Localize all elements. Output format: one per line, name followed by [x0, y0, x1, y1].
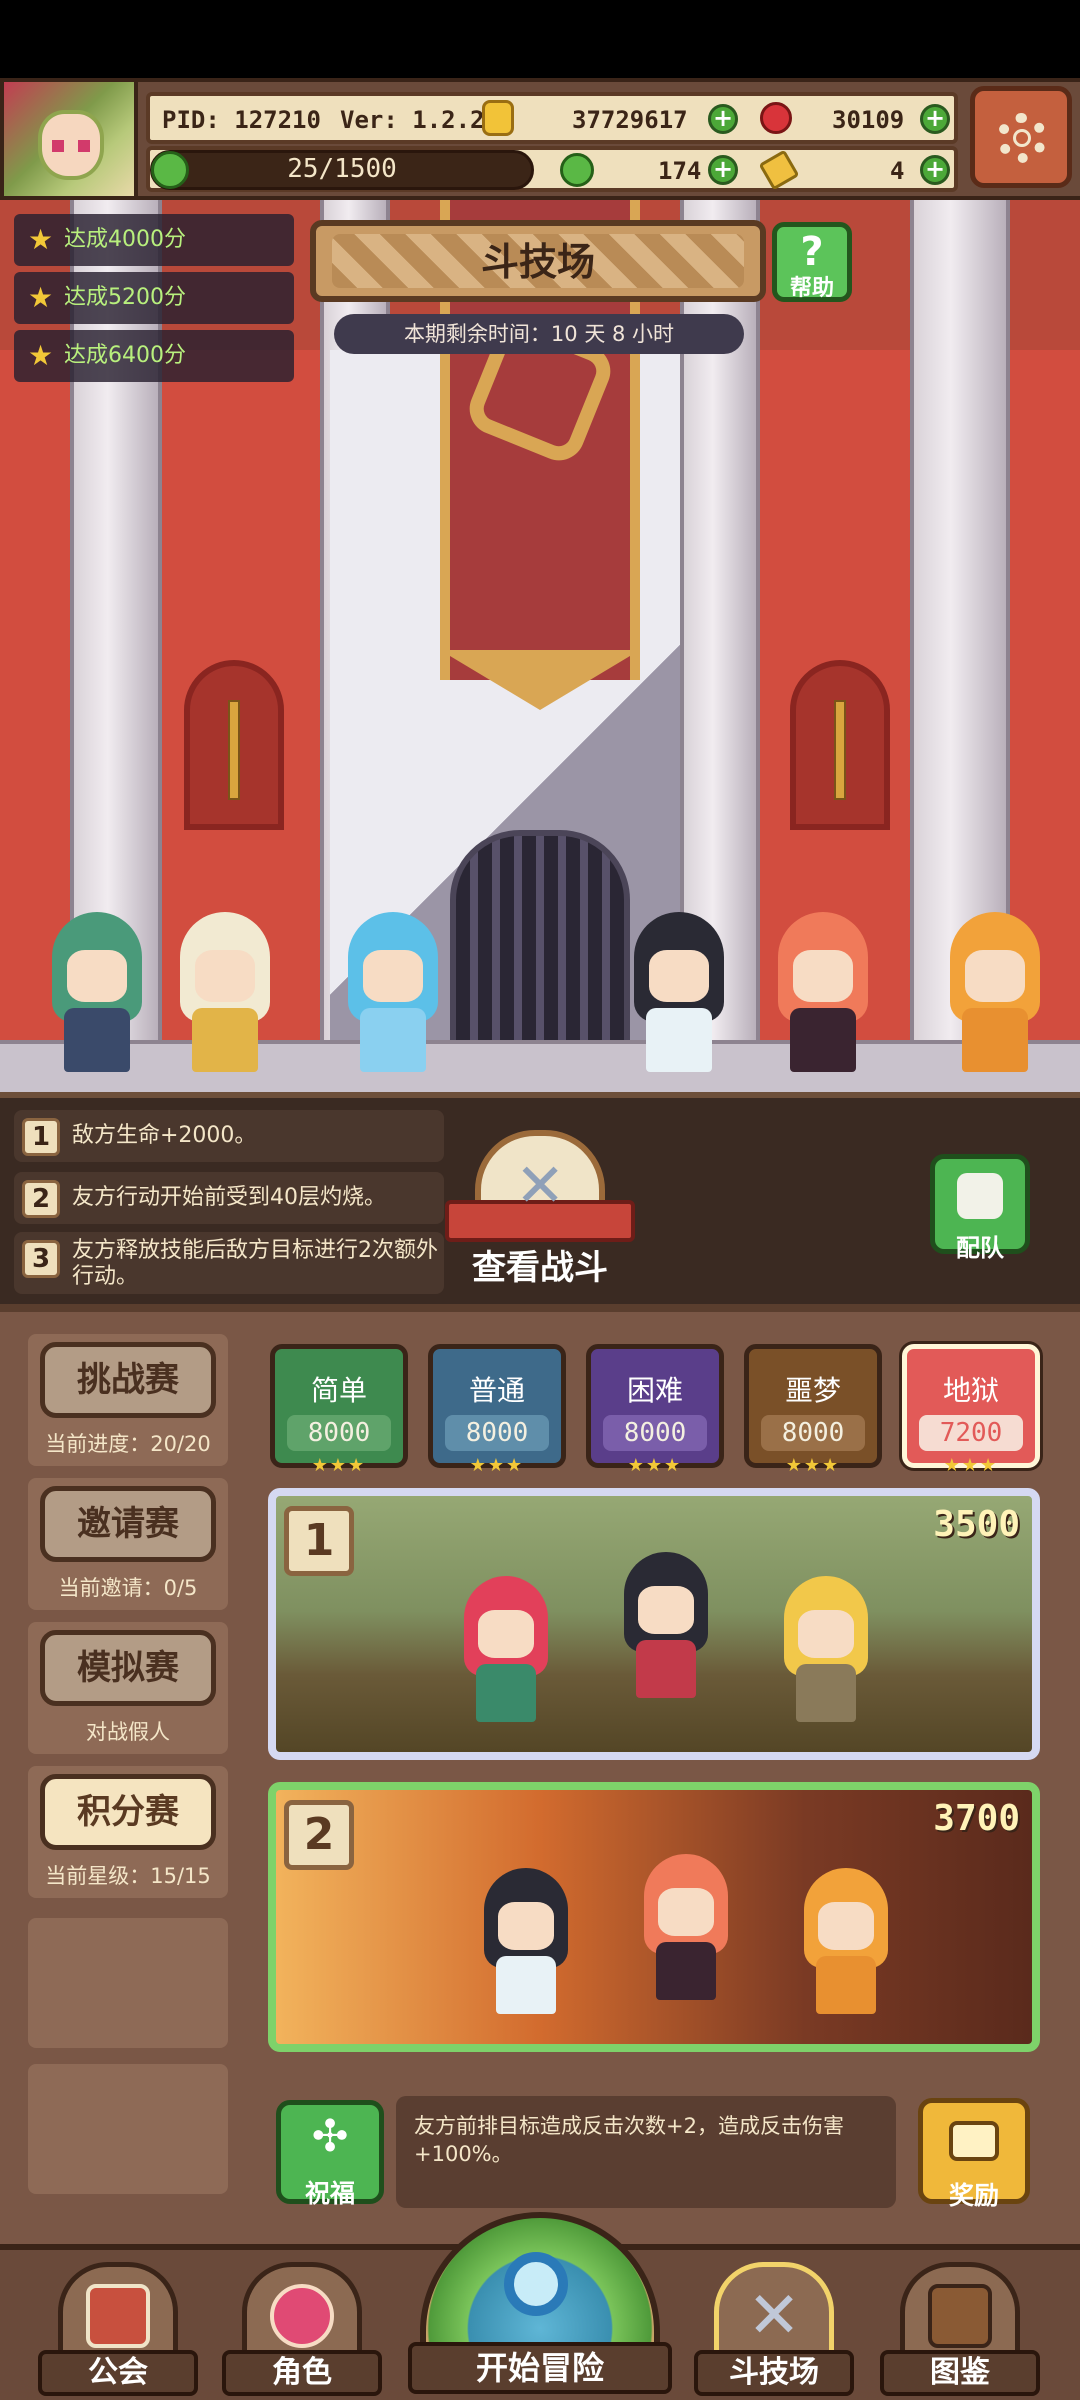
hero-character[interactable]: [42, 912, 152, 1072]
blessing-description: 友方前排目标造成反击次数+2，造成反击伤害+100%。: [396, 2096, 896, 2208]
magnifier-icon: [504, 2252, 568, 2316]
blessing-icon: ✣: [311, 2111, 349, 2162]
gear-hole: [1013, 129, 1031, 147]
banner-tip: [440, 650, 640, 710]
opponent-score: 3700: [933, 1798, 1020, 1839]
character-portrait-icon: [270, 2284, 334, 2348]
add-gold-button[interactable]: +: [708, 104, 738, 134]
page-title: 斗技场: [480, 240, 595, 284]
clover-amount: 174: [658, 157, 702, 185]
team-setup-label: 配队: [956, 1234, 1004, 1262]
opponent-card[interactable]: 2 3700: [268, 1782, 1040, 2052]
nav-arena[interactable]: ✕ 斗技场: [694, 2262, 854, 2400]
avatar-eye: [78, 140, 90, 152]
opponent-character: [616, 1552, 716, 1702]
opponent-character: [776, 1576, 876, 1726]
mode-card: 挑战赛 当前进度：20/20: [28, 1334, 228, 1466]
difficulty-tab-normal[interactable]: 普通 8000 ★★★: [428, 1344, 566, 1475]
invitational-mode-button[interactable]: 邀请赛: [40, 1486, 216, 1562]
team-icon: [957, 1173, 1003, 1219]
modifier-item: 1 敌方生命+2000。: [14, 1110, 444, 1162]
challenge-mode-button[interactable]: 挑战赛: [40, 1342, 216, 1418]
nav-guild[interactable]: 公会: [38, 2262, 198, 2400]
season-time-remaining: 本期剩余时间：10 天 8 小时: [334, 314, 744, 354]
mode-status: 对战假人: [86, 1720, 170, 1744]
ruby-icon: [760, 102, 792, 134]
coin-icon: [482, 100, 514, 136]
goal-item[interactable]: ★ 达成5200分: [14, 272, 294, 324]
modifier-item: 2 友方行动开始前受到40层灼烧。: [14, 1172, 444, 1224]
mode-column: 挑战赛 当前进度：20/20 邀请赛 当前邀请：0/5 模拟赛 对战假人 积分赛…: [28, 1334, 228, 2220]
add-tokens-button[interactable]: +: [920, 155, 950, 185]
clover-icon: [560, 153, 594, 187]
question-icon: ?: [800, 229, 824, 275]
book-icon: [928, 2284, 992, 2348]
rewards-label: 奖励: [948, 2181, 999, 2210]
add-gems-button[interactable]: +: [920, 104, 950, 134]
opponent-character: [636, 1854, 736, 2004]
opponent-character: [796, 1868, 896, 2018]
hero-character[interactable]: [768, 912, 878, 1072]
avatar-face: [38, 110, 104, 180]
nav-start-adventure[interactable]: 开始冒险: [408, 2212, 672, 2400]
opponent-character: [476, 1868, 576, 2018]
nav-character[interactable]: 角色: [222, 2262, 382, 2400]
hero-character[interactable]: [170, 912, 280, 1072]
opponent-rank: 1: [284, 1506, 354, 1576]
currency-row-top: PID: 127210 Ver: 1.2.2.5 37729617 + 3010…: [146, 92, 958, 144]
sword-decoration: [228, 700, 240, 800]
opponent-rank: 2: [284, 1800, 354, 1870]
arena-floor: [0, 1040, 1080, 1092]
star-icon: ★: [28, 281, 54, 314]
mode-card: 积分赛 当前星级：15/15: [28, 1766, 228, 1898]
star-icon: ★: [28, 223, 54, 256]
goal-item[interactable]: ★ 达成6400分: [14, 330, 294, 382]
opponent-character: [456, 1576, 556, 1726]
pointer-icon: [758, 149, 800, 191]
modifier-item: 3 友方释放技能后敌方目标进行2次额外行动。: [14, 1232, 444, 1294]
difficulty-tab-easy[interactable]: 简单 8000 ★★★: [270, 1344, 408, 1475]
nav-codex[interactable]: 图鉴: [880, 2262, 1040, 2400]
sword-decoration: [834, 700, 846, 800]
difficulty-tab-hell[interactable]: 地狱 7200 ★★★: [902, 1344, 1040, 1475]
hero-character[interactable]: [338, 912, 448, 1072]
view-battle-label: 查看战斗: [472, 1248, 608, 1288]
empty-mode-slot: [28, 2064, 228, 2194]
score-goals-list: ★ 达成4000分 ★ 达成5200分 ★ 达成6400分: [14, 214, 294, 388]
token-amount: 4: [890, 157, 905, 185]
player-avatar[interactable]: [0, 78, 138, 200]
simulation-mode-button[interactable]: 模拟赛: [40, 1630, 216, 1706]
difficulty-tab-nightmare[interactable]: 噩梦 8000 ★★★: [744, 1344, 882, 1475]
ranked-mode-button[interactable]: 积分赛: [40, 1774, 216, 1850]
opponent-card[interactable]: 1 3500: [268, 1488, 1040, 1760]
gem-amount: 30109: [832, 106, 905, 134]
empty-mode-slot: [28, 1918, 228, 2048]
player-id: PID: 127210: [162, 106, 321, 134]
guild-house-icon: [86, 2284, 150, 2348]
mode-status: 当前进度：20/20: [45, 1432, 211, 1456]
mode-status: 当前邀请：0/5: [58, 1576, 198, 1600]
blessing-label: 祝福: [304, 2179, 355, 2208]
gold-amount: 37729617: [572, 106, 688, 134]
crossed-swords-icon: ✕: [515, 1151, 566, 1221]
mode-status: 当前星级：15/15: [45, 1864, 211, 1888]
opponent-score: 3500: [933, 1504, 1020, 1545]
chest-icon: [949, 2121, 999, 2161]
hero-character[interactable]: [624, 912, 734, 1072]
avatar-eye: [52, 140, 64, 152]
goal-item[interactable]: ★ 达成4000分: [14, 214, 294, 266]
mode-card: 邀请赛 当前邀请：0/5: [28, 1478, 228, 1610]
crossed-swords-icon: ✕: [747, 2279, 801, 2353]
difficulty-tab-hard[interactable]: 困难 8000 ★★★: [586, 1344, 724, 1475]
hero-character[interactable]: [940, 912, 1050, 1072]
add-clover-button[interactable]: +: [708, 155, 738, 185]
help-label: 帮助: [789, 276, 834, 301]
stamina-value: 25/1500: [287, 154, 397, 184]
mode-card: 模拟赛 对战假人: [28, 1622, 228, 1754]
star-icon: ★: [28, 339, 54, 372]
settings-button[interactable]: [970, 86, 1072, 188]
